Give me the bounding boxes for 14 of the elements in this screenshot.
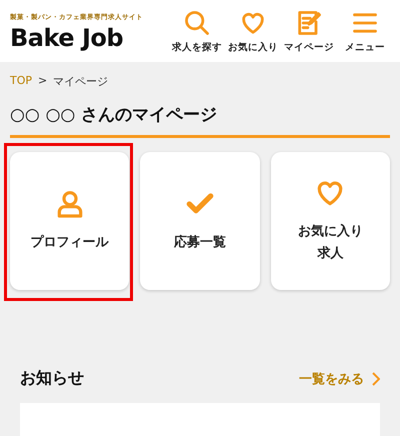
nav-button[interactable]: 求人を探す [170,8,224,54]
menu-card[interactable]: お気に入り 求人 [270,152,390,290]
logo[interactable]: Bake Job [10,26,143,50]
page-title: ○○ ○○ さんのマイページ [10,103,390,138]
breadcrumb-separator: > [38,74,48,89]
nav-button[interactable]: メニュー [338,8,392,54]
breadcrumb-text: マイページ [53,74,108,89]
menu-card[interactable]: プロフィール [10,152,130,290]
chevron-right-icon [372,372,380,386]
search-icon [183,8,211,36]
nav-button[interactable]: お気に入り [226,8,280,54]
news-title: お知らせ [20,368,84,389]
nav-button[interactable]: マイページ [282,8,336,54]
menu-card[interactable]: 応募一覧 [140,152,260,290]
